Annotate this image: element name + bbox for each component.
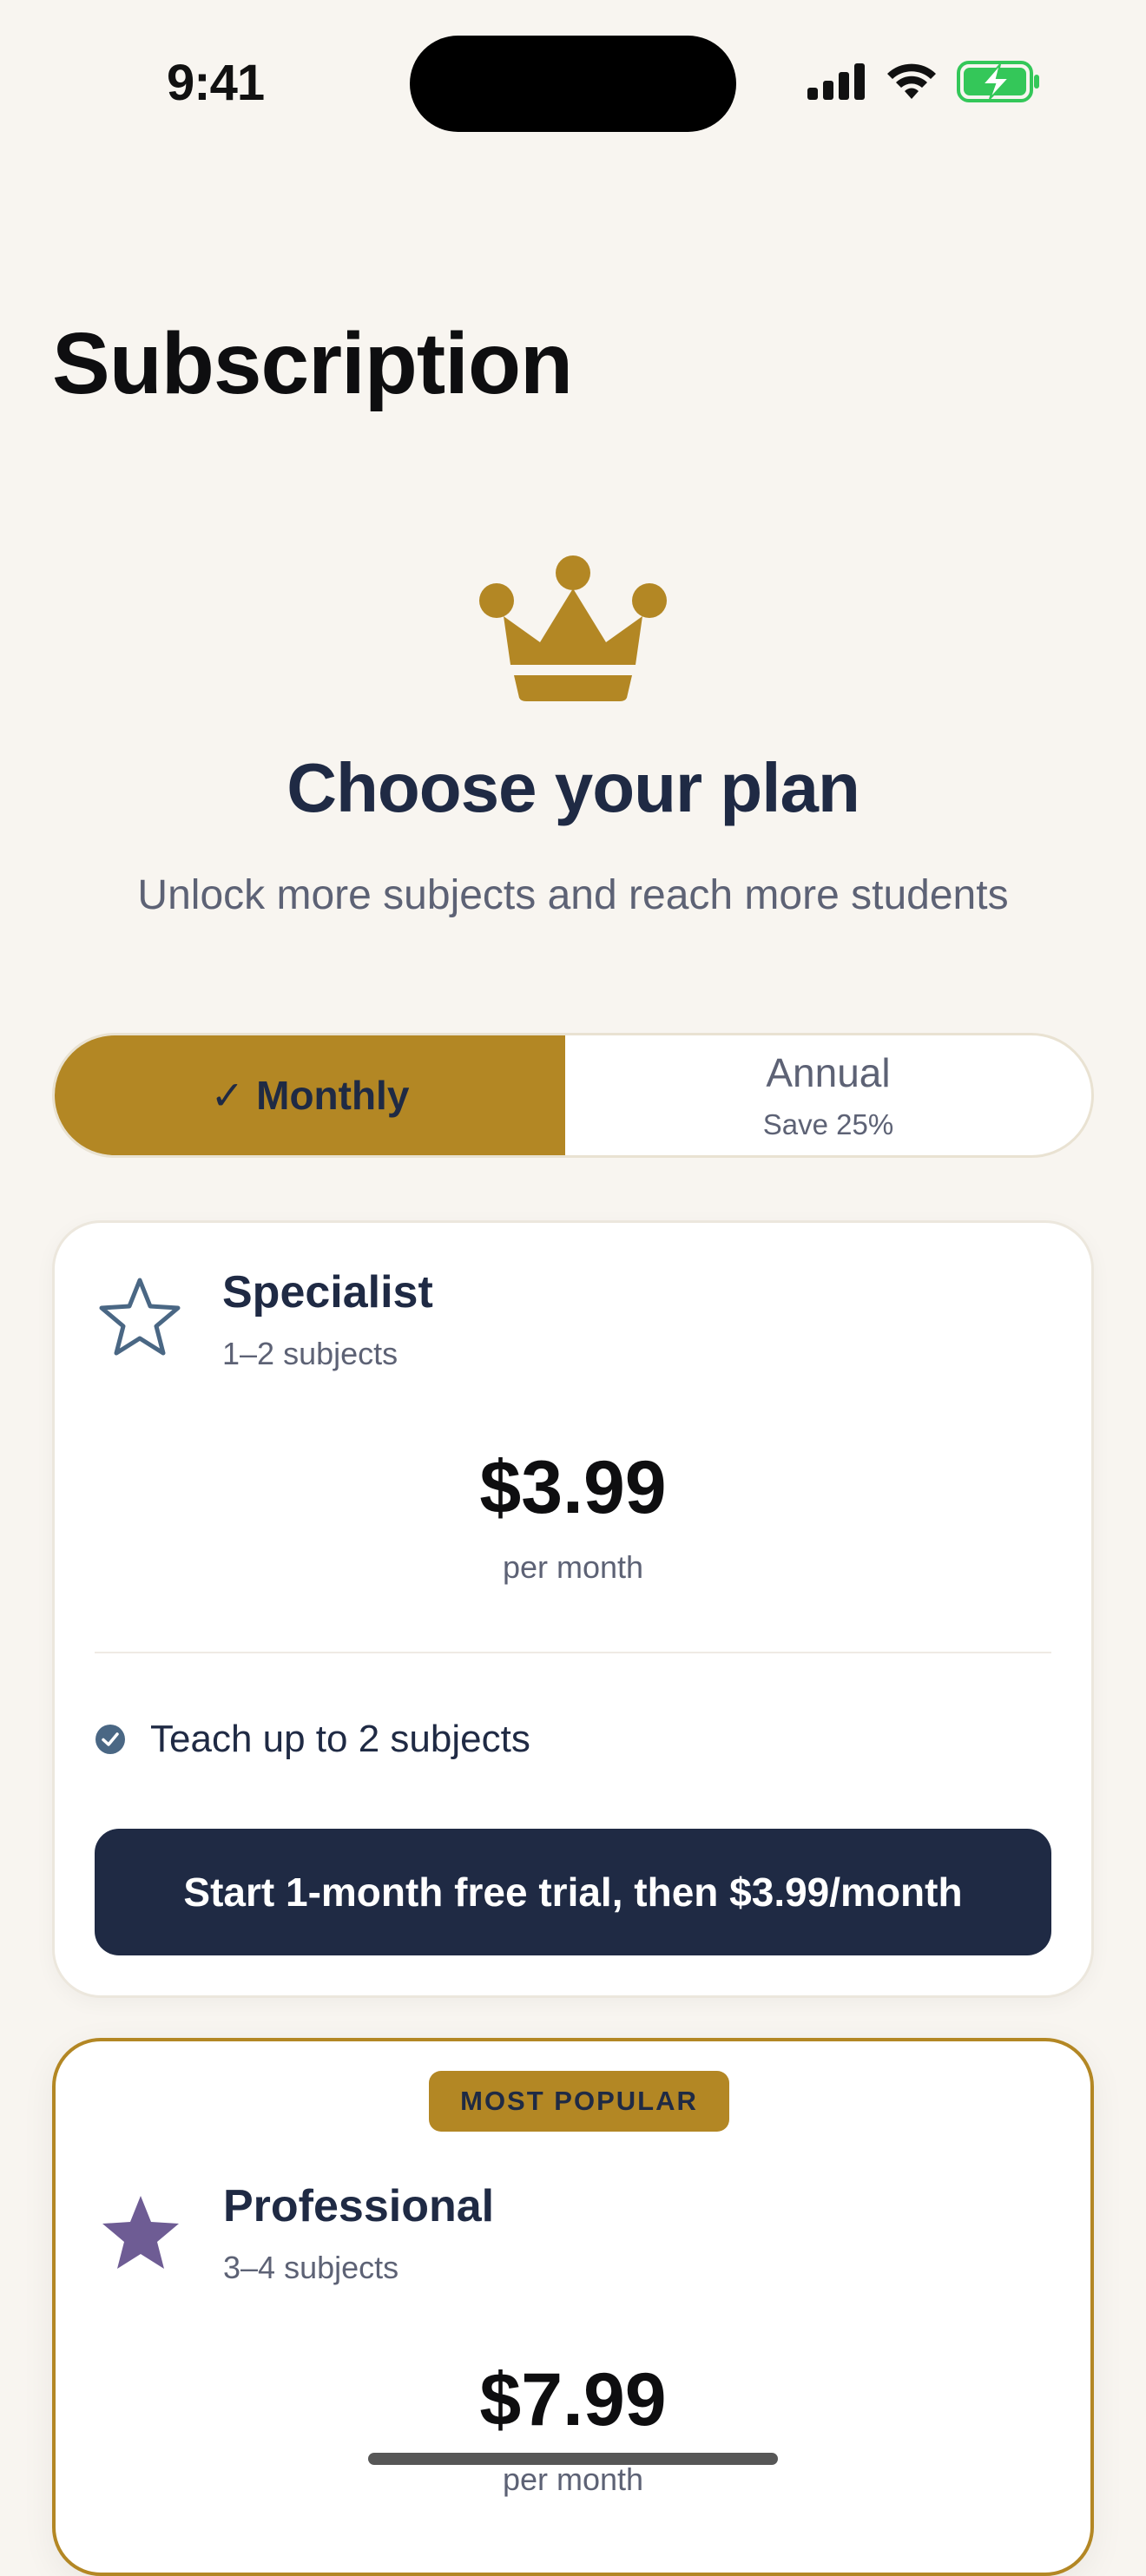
status-icons	[807, 61, 1040, 102]
home-indicator	[368, 2453, 778, 2465]
plan-subhead: Unlock more subjects and reach more stud…	[137, 872, 1009, 918]
plan-period: per month	[502, 2461, 644, 2497]
check-circle-icon	[96, 1725, 125, 1754]
status-time: 9:41	[167, 55, 265, 111]
star-filled-icon	[102, 2196, 179, 2269]
dynamic-island	[410, 36, 736, 132]
plan-price: $7.99	[479, 2358, 667, 2441]
annual-savings-note: Save 25%	[762, 1108, 894, 1140]
card-divider	[95, 1652, 1051, 1653]
annual-label: Annual	[766, 1050, 891, 1095]
plan-feature: Teach up to 2 subjects	[95, 1718, 530, 1761]
plan-headline: Choose your plan	[286, 749, 860, 826]
start-trial-button[interactable]: Start 1-month free trial, then $3.99/mon…	[95, 1829, 1051, 1955]
plan-price: $3.99	[479, 1446, 667, 1529]
battery-charging-icon	[957, 61, 1039, 102]
plan-subject-count: 1–2 subjects	[222, 1336, 398, 1371]
start-trial-button-label: Start 1-month free trial, then $3.99/mon…	[183, 1870, 963, 1915]
most-popular-badge: MOST POPULAR	[429, 2071, 729, 2132]
wifi-icon	[887, 63, 936, 99]
plan-period: per month	[502, 1549, 644, 1585]
checkmark-icon: ✓	[210, 1073, 245, 1118]
plan-card-specialist: Specialist 1–2 subjects $3.99 per month …	[52, 1220, 1094, 1998]
star-outline-icon	[99, 1278, 181, 1356]
monthly-option[interactable]: ✓ Monthly	[55, 1035, 565, 1155]
cellular-signal-icon	[807, 63, 865, 100]
badge-label: MOST POPULAR	[460, 2086, 698, 2116]
plan-feature-text: Teach up to 2 subjects	[150, 1718, 530, 1760]
plan-name: Specialist	[222, 1267, 433, 1318]
billing-period-toggle: ✓ Monthly Annual Save 25%	[52, 1033, 1094, 1158]
page-title: Subscription	[52, 315, 573, 412]
monthly-label: Monthly	[256, 1073, 410, 1118]
annual-option[interactable]: Annual Save 25%	[565, 1035, 1091, 1155]
plan-subject-count: 3–4 subjects	[223, 2250, 399, 2285]
plan-card-professional: MOST POPULAR Professional 3–4 subjects $…	[52, 2038, 1094, 2576]
crown-icon	[479, 555, 667, 701]
plan-name: Professional	[223, 2181, 495, 2231]
